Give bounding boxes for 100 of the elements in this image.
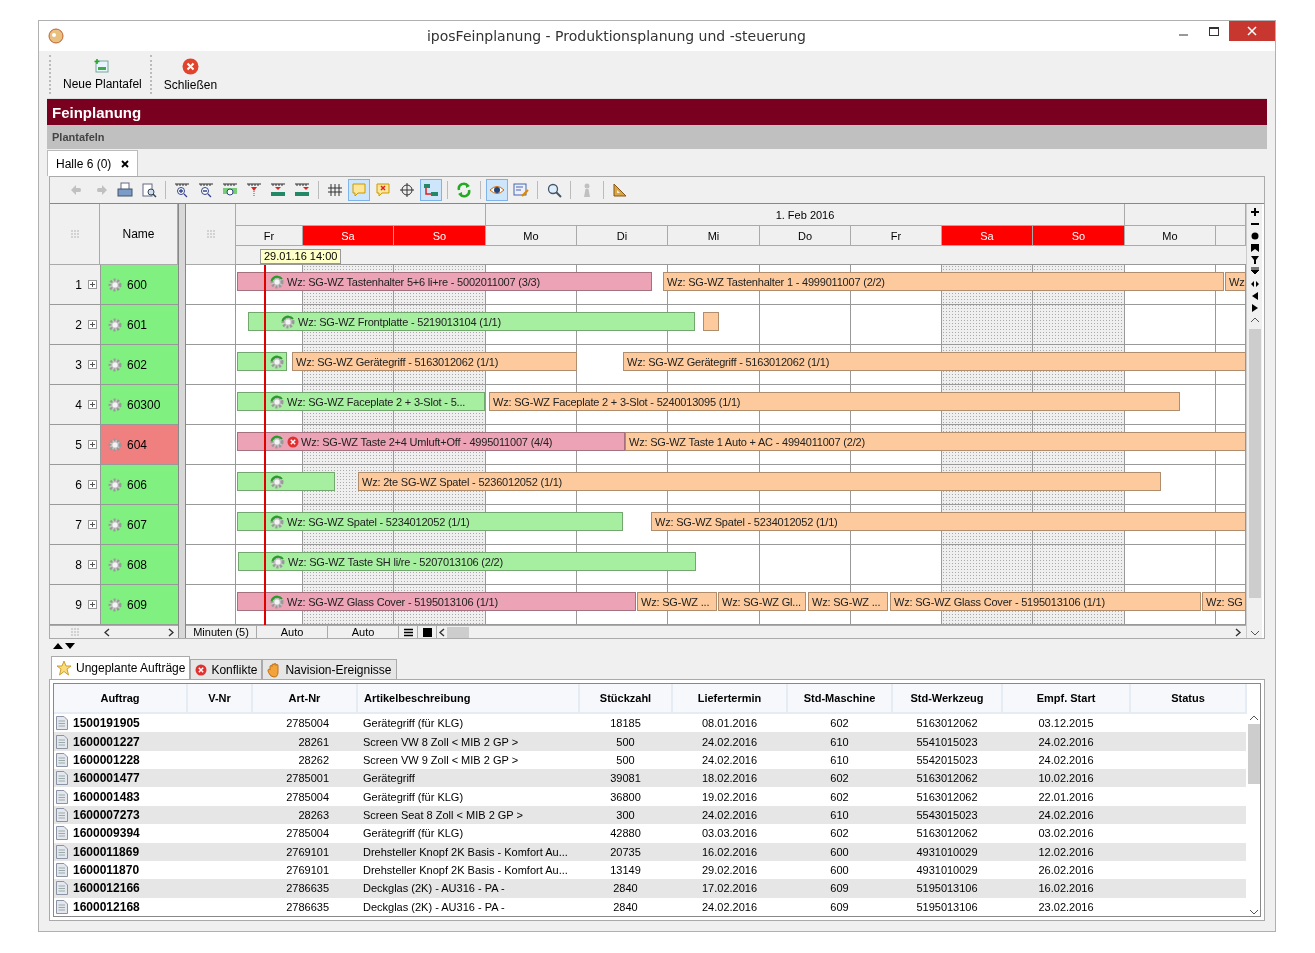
schedule-bar[interactable]: Wz: SG-WZ Gerätegriff - 5163012062 (1/1) [623,352,1246,371]
left-right-arrow-icon[interactable] [1249,279,1260,289]
maximize-icon[interactable] [1209,27,1219,37]
column-header[interactable]: Stückzahl [579,684,672,713]
scroll-down-icon[interactable] [1249,628,1260,638]
column-header[interactable]: Liefertermin [672,684,787,713]
panel-tab[interactable]: Konflikte [190,659,263,679]
column-header[interactable]: Std-Maschine [787,684,892,713]
schedule-bar[interactable]: Wz: SG-WZ Faceplate 2 + 3-Slot - 5... [237,392,485,411]
right-arrow-icon[interactable] [1249,303,1260,313]
table-cell: 16.02.2016 [1002,879,1130,898]
scroll-up-icon[interactable] [1249,315,1260,325]
machine-cell[interactable]: 602 [100,345,178,385]
table-cell: 1600011869 [73,844,140,859]
bookmark-icon[interactable] [1249,243,1260,253]
schedule-bar[interactable]: Wz [1225,272,1246,291]
schedule-bar[interactable] [237,352,287,371]
column-header[interactable]: Art-Nr [252,684,357,713]
zoom-in-icon[interactable] [1249,207,1260,217]
scrollbar-thumb[interactable] [447,626,469,638]
scroll-up-icon[interactable] [1248,714,1259,722]
bar-label: Wz: SG-WZ Spatel - 5234012052 (1/1) [287,515,470,528]
close-button[interactable]: Schließen [157,51,224,98]
table-cell: 2840 [579,897,672,916]
panel-tab[interactable]: Navision-Ereignisse [262,659,397,679]
schedule-bar[interactable]: Wz: SG-WZ Glass Cover - 5195013106 (1/1) [237,592,636,611]
panel-tab[interactable]: Ungeplante Aufträge [51,656,191,679]
column-header[interactable]: Std-Werkzeug [892,684,1002,713]
schedule-bar[interactable]: Wz: SG-WZ Gl... [718,592,806,611]
day-header: So [394,226,486,245]
expand-icon[interactable] [88,440,97,449]
expand-icon[interactable] [88,480,97,489]
machine-cell[interactable]: 608 [100,545,178,585]
expand-icon[interactable] [88,360,97,369]
square-icon[interactable] [422,627,432,637]
schedule-bar[interactable]: Wz: SG-WZ ... [637,592,717,611]
filter-icon[interactable] [1249,255,1260,265]
schedule-bar[interactable]: Wz: SG-WZ ... [808,592,888,611]
schedule-bar[interactable]: Wz: SG-WZ Glass Cover - 5195013106 (1/1) [890,592,1201,611]
grip-icon[interactable] [71,628,79,636]
expand-icon[interactable] [88,520,97,529]
schedule-bar[interactable]: Wz: SG-WZ Spatel - 5234012052 (1/1) [237,512,623,531]
time-unit[interactable]: Minuten (5) [186,625,257,639]
plan-tab[interactable]: Halle 6 (0) [47,150,139,176]
machine-cell[interactable]: 60300 [100,385,178,425]
scrollbar-thumb[interactable] [1247,724,1260,784]
schedule-bar[interactable]: Wz: SG-WZ Spatel - 5234012052 (1/1) [651,512,1246,531]
scale-mode[interactable]: Auto [257,625,328,639]
schedule-bar[interactable]: Wz: SG-WZ Taste 1 Auto + AC - 4994011007 (2/2) [625,432,1246,451]
expand-icon[interactable] [88,560,97,569]
machine-cell[interactable]: 609 [100,585,178,625]
schedule-bar[interactable]: Wz: SG-WZ Faceplate 2 + 3-Slot - 5240013095 (1/1) [489,392,1180,411]
table-cell: 500 [579,750,672,770]
gear-icon [269,273,285,290]
table-cell: 1600012166 [73,881,140,896]
column-header[interactable]: Status [1130,684,1246,713]
table-cell: 29.02.2016 [672,860,787,880]
machine-cell[interactable]: 600 [100,265,178,305]
collapse-icon[interactable] [1249,267,1260,277]
split-arrows-icon[interactable] [53,642,77,650]
schedule-bar[interactable]: Wz: SG [1202,592,1246,611]
gear-icon [107,516,123,533]
column-header[interactable]: Empf. Start [1002,684,1130,713]
expand-icon[interactable] [88,280,97,289]
scale-mode[interactable]: Auto [328,625,399,639]
bar-label: Wz: SG [1206,595,1243,608]
column-header[interactable]: Auftrag [54,684,187,713]
close-icon[interactable] [121,159,130,168]
grip-icon[interactable] [206,230,215,238]
machine-cell[interactable]: 607 [100,505,178,545]
new-sheet-icon[interactable] [94,58,111,74]
menu-icon[interactable] [403,627,413,637]
conflict-icon[interactable] [195,663,208,676]
expand-icon[interactable] [88,320,97,329]
machine-name: 607 [127,517,148,532]
new-plan-button[interactable]: Neue Plantafel [57,51,148,98]
scrollbar-thumb[interactable] [1248,329,1261,598]
column-header[interactable]: V-Nr [187,684,252,713]
schedule-bar[interactable]: Wz: 2te SG-WZ Spatel - 5236012052 (1/1) [358,472,1161,491]
schedule-bar[interactable] [237,472,335,491]
machine-cell[interactable]: 601 [100,305,178,345]
hand-icon[interactable] [267,661,282,678]
schedule-bar[interactable]: Wz: SG-WZ Tastenhalter 1 - 4999011007 (2/2) [663,272,1224,291]
schedule-bar[interactable]: Wz: SG-WZ Taste SH li/re - 5207013106 (2/2) [238,552,696,571]
expand-icon[interactable] [88,400,97,409]
machine-cell[interactable]: 604 [100,425,178,465]
schedule-bar[interactable]: Wz: SG-WZ Gerätegriff - 5163012062 (1/1) [292,352,577,371]
column-header[interactable]: Artikelbeschreibung [357,684,579,713]
schedule-bar[interactable]: Wz: SG-WZ Frontplatte - 5219013104 (1/1) [248,312,695,331]
dot-icon[interactable] [1249,231,1260,241]
expand-icon[interactable] [88,600,97,609]
grip-icon[interactable] [70,230,79,238]
table-cell: Deckglas (2K) - AU316 - PA - [357,879,579,898]
table-cell: 26.02.2016 [1002,860,1130,880]
gear-icon [269,353,285,370]
star-icon[interactable] [56,660,72,676]
schedule-bar[interactable]: Wz: SG-WZ Tastenhalter 5+6 li+re - 5002011007 (3/3) [237,272,652,291]
scroll-down-icon[interactable] [1248,908,1259,916]
machine-cell[interactable]: 606 [100,465,178,505]
schedule-bar[interactable]: Wz: SG-WZ Taste 2+4 Umluft+Off - 4995011007 (4/4) [237,432,625,451]
